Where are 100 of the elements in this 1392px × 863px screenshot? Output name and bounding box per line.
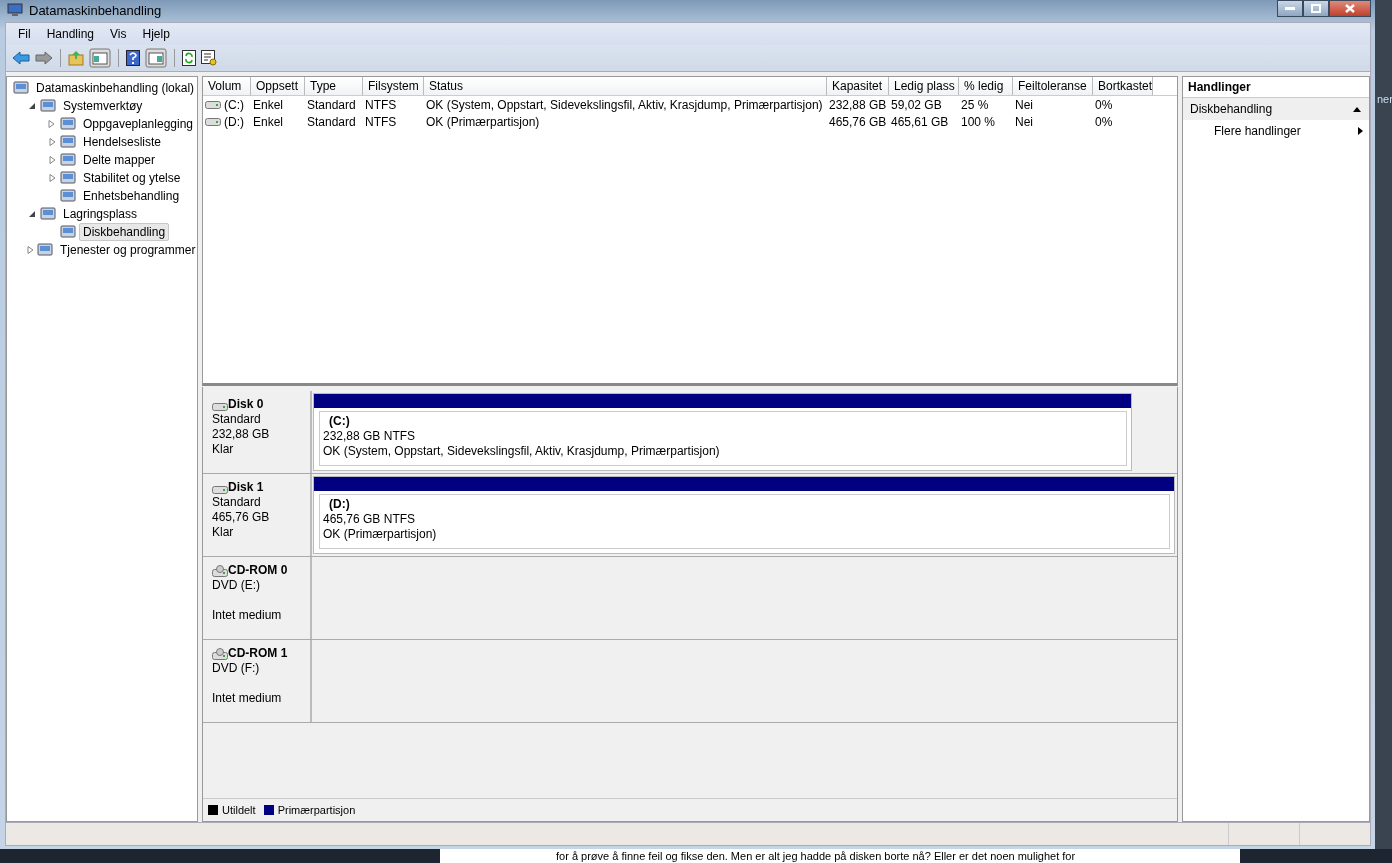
disk-size: 232,88 GB (212, 427, 271, 442)
tree-item[interactable]: Diskbehandling (79, 223, 170, 241)
table-cell: 0% (1095, 114, 1113, 129)
table-cell: OK (Primærpartisjon) (426, 114, 540, 129)
column-header[interactable]: Ledig plass (889, 77, 959, 95)
partition-size: 232,88 GB NTFS (323, 429, 417, 444)
tree-item[interactable]: Delte mapper (79, 151, 160, 169)
disk-type: DVD (F:) (212, 661, 261, 676)
menu-item[interactable]: Vis (102, 25, 135, 43)
table-cell: 465,76 GB (829, 114, 887, 129)
tree-item[interactable]: Lagringsplass (59, 205, 142, 223)
tree-node-icon (60, 134, 76, 150)
expanded-triangle-icon[interactable] (28, 210, 36, 218)
menu-item[interactable]: Hjelp (134, 25, 178, 43)
tree-item[interactable]: Datamaskinbehandling (lokal) (32, 79, 199, 97)
disk-name: Disk 0 (228, 397, 264, 412)
maximize-icon (1311, 4, 1321, 13)
collapsed-triangle-icon[interactable] (48, 138, 56, 146)
column-header[interactable]: Feiltoleranse (1013, 77, 1093, 95)
table-cell: Standard (307, 97, 356, 112)
collapsed-triangle-icon[interactable] (27, 246, 34, 254)
console-tree-icon[interactable] (89, 48, 111, 68)
column-header[interactable]: Bortkastet (1093, 77, 1153, 95)
maximize-button[interactable] (1303, 0, 1329, 17)
column-header[interactable]: Oppsett (251, 77, 305, 95)
column-header[interactable]: Filsystem (363, 77, 424, 95)
column-header[interactable]: Volum (203, 77, 251, 95)
column-header[interactable]: Kapasitet (827, 77, 889, 95)
partition-label: (C:) (328, 414, 351, 429)
tree-node-icon (59, 116, 76, 132)
cd-drive-icon (212, 564, 228, 577)
tree-item[interactable]: Systemverktøy (59, 97, 147, 115)
forward-icon[interactable] (35, 51, 53, 65)
expanded-triangle-icon[interactable] (28, 102, 36, 110)
partition-block[interactable]: (D:) 465,76 GB NTFS OK (Primærpartisjon) (313, 476, 1175, 554)
table-cell: Enkel (253, 114, 284, 129)
refresh-icon[interactable] (182, 50, 196, 66)
tree-item[interactable]: Oppgaveplanlegging (78, 115, 197, 133)
disk-name: CD-ROM 1 (228, 646, 288, 661)
tree-item[interactable]: Enhetsbehandling (79, 187, 184, 205)
disk-type: Standard (212, 412, 262, 427)
collapsed-triangle-icon[interactable] (48, 156, 56, 164)
background-text: ner (1377, 93, 1392, 105)
column-header[interactable]: Type (305, 77, 363, 95)
close-button[interactable] (1329, 0, 1371, 17)
table-cell: NTFS (365, 114, 397, 129)
cd-drive-icon (212, 647, 228, 660)
action-item[interactable]: Flere handlinger (1183, 120, 1369, 142)
tree-item[interactable]: Hendelsesliste (79, 133, 166, 151)
legend-label: Primærpartisjon (277, 804, 356, 816)
legend-label: Utildelt (222, 804, 256, 816)
partition-label: (D:) (328, 497, 351, 512)
tree-node-icon (60, 170, 76, 186)
menu-item[interactable]: Handling (38, 25, 103, 43)
minimize-icon (1285, 6, 1295, 11)
action-pane-icon[interactable] (145, 48, 167, 68)
table-cell: Nei (1015, 114, 1033, 129)
computer-icon (7, 3, 23, 17)
disk-status: Intet medium (212, 608, 283, 623)
disk-size: 465,76 GB (212, 510, 271, 525)
collapsed-triangle-icon[interactable] (48, 120, 56, 128)
background-text: for å prøve å finne feil og fikse den. Men er alt jeg hadde på disken borte nå? Eller er det noen mulighet for (556, 850, 1076, 862)
action-section-header[interactable]: Diskbehandling (1183, 98, 1369, 120)
partition-block[interactable]: (C:) 232,88 GB NTFS OK (System, Oppstart, Sidevekslingsfil, Aktiv, Krasjdump, Primærpartisjon) (313, 393, 1132, 471)
column-header[interactable]: Status (424, 77, 827, 95)
tree-node-icon (37, 242, 53, 258)
drive-icon (205, 100, 221, 109)
table-cell: NTFS (365, 97, 397, 112)
folder-up-icon[interactable] (68, 50, 84, 66)
collapse-icon (1353, 106, 1361, 112)
tree-node-icon (40, 98, 56, 114)
tree-node-icon (60, 224, 76, 240)
table-cell: 232,88 GB (829, 97, 887, 112)
back-icon[interactable] (12, 51, 30, 65)
tree-node-icon (60, 188, 76, 204)
table-cell: 59,02 GB (891, 97, 942, 112)
tree-item[interactable]: Tjenester og programmer (56, 241, 200, 259)
help-icon[interactable] (126, 50, 140, 66)
menu-item[interactable]: Fil (10, 25, 39, 43)
table-cell: 465,61 GB (891, 114, 949, 129)
minimize-button[interactable] (1277, 0, 1303, 17)
partition-status: OK (Primærpartisjon) (323, 527, 438, 542)
table-cell: (D:) (224, 114, 244, 129)
table-cell: 0% (1095, 97, 1113, 112)
close-icon (1345, 4, 1355, 13)
disk-type: DVD (E:) (212, 578, 261, 593)
disk-status: Klar (212, 442, 235, 457)
properties-icon[interactable] (201, 50, 217, 66)
submenu-arrow-icon (1358, 127, 1363, 135)
table-cell: Standard (307, 114, 356, 129)
table-cell: Nei (1015, 97, 1033, 112)
column-header[interactable]: % ledig (959, 77, 1013, 95)
disk-name: CD-ROM 0 (228, 563, 288, 578)
tree-item[interactable]: Stabilitet og ytelse (79, 169, 185, 187)
collapsed-triangle-icon[interactable] (48, 174, 56, 182)
table-cell: (C:) (224, 97, 244, 112)
partition-size: 465,76 GB NTFS (323, 512, 417, 527)
table-cell: 100 % (961, 114, 996, 129)
window-title: Datamaskinbehandling (29, 2, 162, 18)
disk-type: Standard (212, 495, 262, 510)
